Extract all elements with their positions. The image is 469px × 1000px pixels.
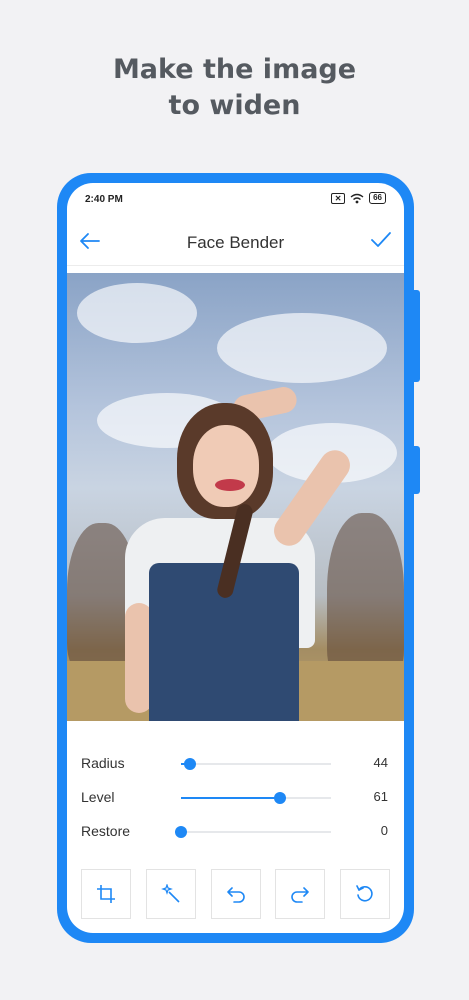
status-icons: ✕ 66 <box>331 192 386 204</box>
restore-slider-thumb[interactable] <box>175 826 187 838</box>
battery-icon: 66 <box>369 192 386 204</box>
restore-slider[interactable] <box>175 826 331 838</box>
radius-slider-thumb[interactable] <box>184 758 196 770</box>
crop-icon <box>97 885 115 903</box>
adjustment-panel: Radius 44 Level 61 Restore 0 <box>67 749 404 851</box>
cloud <box>77 283 197 343</box>
check-icon[interactable] <box>370 231 392 249</box>
restore-label: Restore <box>81 823 131 839</box>
crop-button[interactable] <box>81 869 131 919</box>
mouth <box>215 479 245 491</box>
headline: Make the image to widen <box>0 52 469 124</box>
restore-value: 0 <box>380 823 388 838</box>
radius-label: Radius <box>81 755 125 771</box>
no-sim-icon: ✕ <box>331 192 346 204</box>
level-slider[interactable] <box>181 792 331 804</box>
edited-photo[interactable] <box>67 273 404 721</box>
status-bar: 2:40 PM ✕ 66 <box>67 183 404 215</box>
radius-slider-row: Radius 44 <box>67 749 404 783</box>
headline-line-2: to widen <box>168 90 301 121</box>
face <box>193 425 259 507</box>
level-value: 61 <box>373 789 388 804</box>
cloud <box>217 313 387 383</box>
redo-button[interactable] <box>275 869 326 919</box>
tree <box>327 513 404 683</box>
headline-line-1: Make the image <box>112 54 357 85</box>
reset-button[interactable] <box>340 869 390 919</box>
level-slider-row: Level 61 <box>67 783 404 817</box>
radius-slider[interactable] <box>181 758 331 770</box>
radius-value: 44 <box>373 755 388 770</box>
phone-frame: 2:40 PM ✕ 66 Face Bender Radius 44 Level… <box>57 173 414 943</box>
phone-power-button <box>414 446 420 494</box>
edit-toolbar <box>81 869 390 919</box>
status-time: 2:40 PM <box>85 194 123 205</box>
magic-wand-button[interactable] <box>145 869 196 919</box>
magic-wand-icon <box>160 884 180 903</box>
screen-title: Face Bender <box>186 233 285 252</box>
level-label: Level <box>81 789 115 805</box>
undo-button[interactable] <box>210 869 261 919</box>
undo-icon <box>226 887 245 903</box>
reset-icon <box>356 885 373 902</box>
redo-icon <box>291 887 310 903</box>
app-bar: Face Bender <box>67 215 404 266</box>
wifi-icon <box>350 193 364 203</box>
phone-screen: 2:40 PM ✕ 66 Face Bender Radius 44 Level… <box>67 183 404 933</box>
level-slider-fill <box>181 797 280 799</box>
phone-volume-button <box>414 290 420 382</box>
level-slider-thumb[interactable] <box>274 792 286 804</box>
restore-slider-row: Restore 0 <box>67 817 404 851</box>
